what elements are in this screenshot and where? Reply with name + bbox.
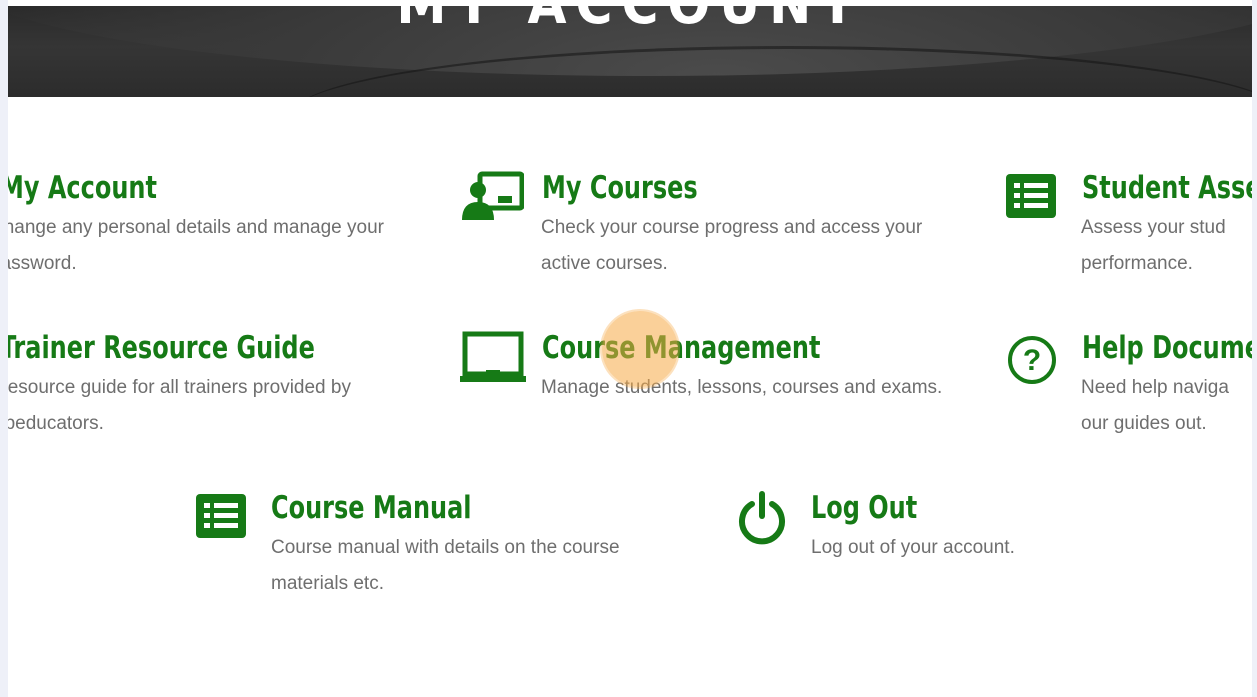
course-management-title[interactable]: Course Management xyxy=(542,330,820,366)
student-board-icon xyxy=(460,170,525,230)
my-account-title[interactable]: My Account xyxy=(8,170,157,206)
student-assessment-desc: Assess your stud performance. xyxy=(1081,217,1226,274)
power-icon xyxy=(734,490,798,550)
course-management-desc: Manage students, lessons, courses and ex… xyxy=(541,377,943,398)
page-frame: MY ACCOUNT My Account Change any persona… xyxy=(8,0,1252,697)
log-out-title[interactable]: Log Out xyxy=(811,490,917,526)
my-courses-title[interactable]: My Courses xyxy=(542,170,698,206)
my-courses-desc: Check your course progress and access yo… xyxy=(541,217,923,274)
log-out-desc: Log out of your account. xyxy=(811,537,1015,558)
course-manual-desc: Course manual with details on the course… xyxy=(271,537,620,594)
trainer-resource-desc: Resource guide for all trainers provided… xyxy=(8,377,351,434)
click-highlight xyxy=(602,311,678,387)
list-icon xyxy=(194,490,258,550)
help-documents-title[interactable]: Help Docume xyxy=(1082,330,1252,366)
course-manual-title[interactable]: Course Manual xyxy=(271,490,472,526)
help-documents-desc: Need help naviga our guides out. xyxy=(1081,377,1229,434)
laptop-icon xyxy=(460,330,526,390)
student-assessment-title[interactable]: Student Asse xyxy=(1082,170,1252,206)
question-circle-icon: ? xyxy=(1004,334,1068,394)
trainer-resource-title[interactable]: Trainer Resource Guide xyxy=(8,330,315,366)
list-icon xyxy=(1004,170,1068,230)
svg-text:?: ? xyxy=(1023,344,1041,377)
my-account-desc: Change any personal details and manage y… xyxy=(8,217,384,274)
